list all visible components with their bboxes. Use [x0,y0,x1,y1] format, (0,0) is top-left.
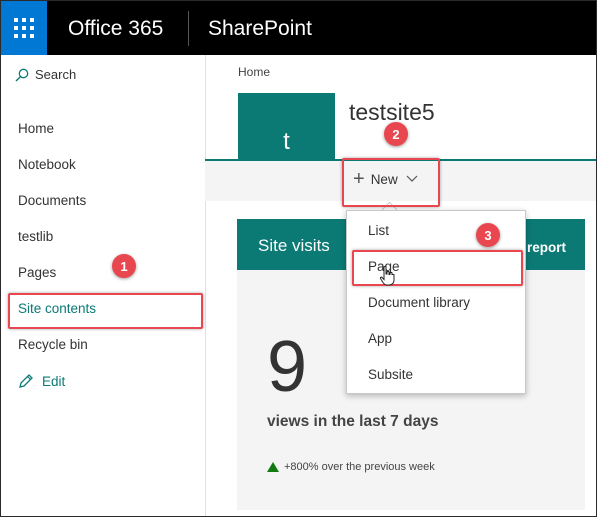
edit-nav-link[interactable]: Edit [18,373,65,389]
menu-item-subsite[interactable]: Subsite [368,367,413,382]
trend-up-icon [267,462,279,472]
hand-cursor-icon [379,266,395,286]
edit-label: Edit [42,373,66,389]
nav-item-testlib[interactable]: testlib [18,229,53,244]
step-badge-2: 2 [384,122,408,146]
app-launcher-button[interactable] [1,1,47,55]
app-launcher-icon [14,18,34,38]
search-label: Search [35,67,77,82]
pencil-icon [19,374,33,388]
step-badge-3: 3 [476,223,500,247]
trend-text: +800% over the previous week [284,461,435,473]
nav-item-home[interactable]: Home [18,121,54,136]
report-link[interactable]: report [527,240,566,255]
highlight-site-contents [8,293,203,329]
step-badge-1: 1 [112,254,136,278]
visits-count-label: views in the last 7 days [267,413,439,430]
nav-item-pages[interactable]: Pages [18,265,56,280]
menu-item-list[interactable]: List [368,223,389,238]
sharepoint-title[interactable]: SharePoint [208,17,312,41]
menu-item-document-library[interactable]: Document library [368,295,470,310]
highlight-page-item [352,250,523,286]
nav-item-documents[interactable]: Documents [18,193,86,208]
breadcrumb[interactable]: Home [238,65,270,79]
search-box[interactable]: Search [15,67,76,82]
nav-item-notebook[interactable]: Notebook [18,157,76,172]
header-divider [188,11,189,46]
screenshot-frame: Office 365 SharePoint Search Home Notebo… [0,0,597,517]
visits-count: 9 [267,327,308,407]
search-icon [15,68,29,82]
suite-header: Office 365 SharePoint [1,1,596,55]
menu-item-app[interactable]: App [368,331,392,346]
site-visits-title: Site visits [258,236,330,255]
left-navigation: Search Home Notebook Documents testlib P… [1,55,206,516]
highlight-new-button [342,158,440,207]
nav-item-recycle-bin[interactable]: Recycle bin [18,337,88,352]
office365-title[interactable]: Office 365 [68,17,163,41]
visits-trend: +800% over the previous week [267,461,435,473]
site-logo-letter: t [283,127,290,155]
